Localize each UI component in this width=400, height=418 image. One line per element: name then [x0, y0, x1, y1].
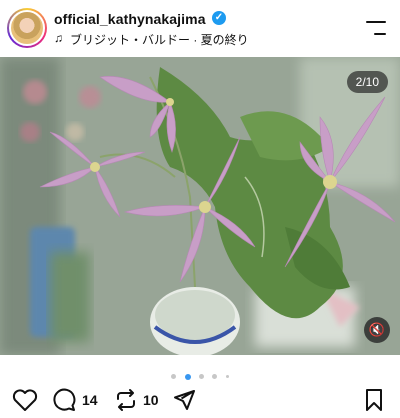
carousel-dot	[225, 375, 229, 379]
comment-bubble-icon[interactable]	[52, 388, 76, 412]
comment-count: 14	[82, 392, 98, 408]
post-header: official_kathynakajima ✓ ♫ ブリジット・バルドー · …	[0, 0, 400, 56]
avatar-story-ring[interactable]	[7, 8, 47, 48]
heart-icon[interactable]	[12, 388, 38, 412]
carousel-dot	[199, 374, 204, 380]
post-actions: 14 10	[0, 384, 400, 414]
flower-photo	[0, 57, 400, 355]
post-image[interactable]: 2/10 🔇	[0, 57, 400, 355]
carousel-indicator	[0, 368, 400, 380]
carousel-dot-active	[184, 373, 191, 380]
muted-speaker-icon[interactable]: 🔇	[364, 317, 390, 343]
repost-icon[interactable]	[114, 388, 138, 412]
music-note-icon: ♫	[54, 31, 63, 45]
carousel-dot	[171, 374, 177, 380]
carousel-counter: 2/10	[346, 71, 388, 93]
avatar[interactable]	[9, 10, 45, 46]
carousel-dot	[212, 374, 218, 380]
paper-plane-icon[interactable]	[172, 388, 196, 412]
username[interactable]: official_kathynakajima	[54, 11, 206, 27]
verified-badge-icon: ✓	[212, 11, 226, 25]
hamburger-menu-icon[interactable]	[366, 20, 386, 36]
repost-count: 10	[143, 392, 159, 408]
bookmark-icon[interactable]	[364, 388, 384, 412]
music-label[interactable]: ブリジット・バルドー · 夏の終り	[70, 31, 249, 48]
